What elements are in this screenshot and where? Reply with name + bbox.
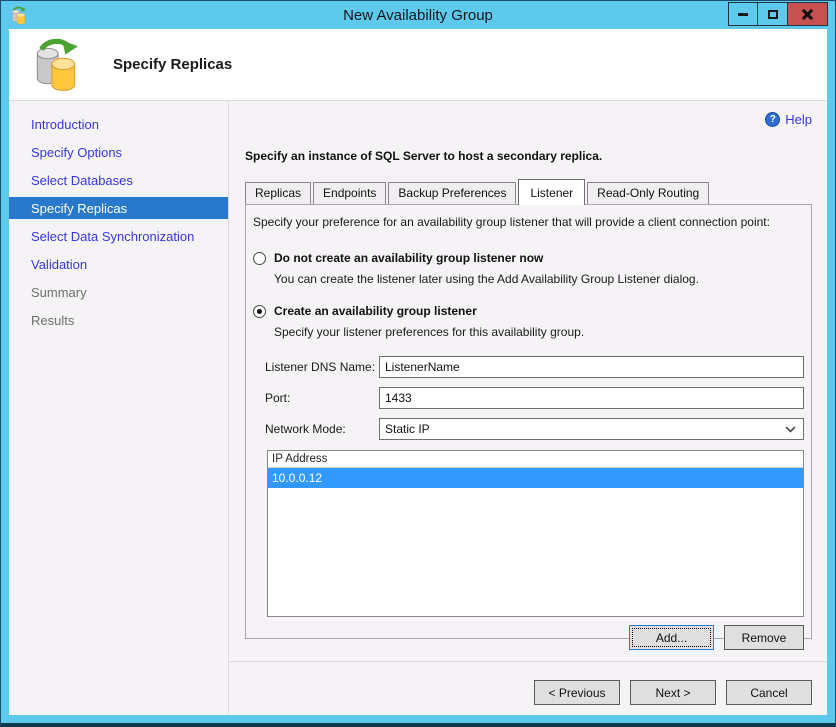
next-button[interactable]: Next > — [630, 680, 716, 705]
radio-label: Do not create an availability group list… — [274, 251, 544, 265]
titlebar[interactable]: New Availability Group — [1, 1, 835, 29]
tab-endpoints[interactable]: Endpoints — [313, 182, 387, 204]
tab-replicas[interactable]: Replicas — [245, 182, 312, 204]
radio-label: Create an availability group listener — [274, 304, 477, 318]
field-row-listener-dns-name: Listener DNS Name: — [265, 356, 804, 378]
dialog-content: Specify Replicas Introduction Specify Op… — [9, 29, 827, 715]
sidebar-item-introduction[interactable]: Introduction — [9, 110, 228, 138]
maximize-icon — [767, 9, 778, 19]
field-row-network-mode: Network Mode: Static IP — [265, 418, 804, 440]
help-icon: ? — [765, 112, 781, 127]
field-row-port: Port: — [265, 387, 804, 409]
ip-address-list[interactable]: IP Address 10.0.0.12 — [267, 450, 804, 617]
minimize-button[interactable] — [728, 2, 758, 26]
sidebar-item-summary: Summary — [9, 278, 228, 306]
sidebar-item-label: Summary — [31, 284, 87, 300]
sidebar-item-label: Introduction — [31, 116, 99, 132]
footer-button-row: < Previous Next > Cancel — [245, 662, 812, 705]
sidebar-item-label: Specify Replicas — [31, 200, 128, 216]
main-panel: ? Help Specify an instance of SQL Server… — [229, 101, 827, 715]
tab-read-only-routing[interactable]: Read-Only Routing — [587, 182, 710, 204]
help-link[interactable]: ? Help — [765, 112, 812, 127]
listener-dns-name-label: Listener DNS Name: — [265, 360, 376, 374]
port-input[interactable] — [379, 387, 804, 409]
tab-listener[interactable]: Listener — [518, 179, 586, 205]
close-button[interactable] — [788, 2, 828, 26]
maximize-button[interactable] — [758, 2, 788, 26]
sidebar-item-select-databases[interactable]: Select Databases — [9, 166, 228, 194]
port-label: Port: — [265, 391, 291, 405]
sidebar-item-results: Results — [9, 306, 228, 334]
tab-backup-preferences[interactable]: Backup Preferences — [388, 182, 517, 204]
network-mode-label: Network Mode: — [265, 422, 346, 436]
cancel-button[interactable]: Cancel — [726, 680, 812, 705]
listener-intro-text: Specify your preference for an availabil… — [253, 215, 770, 229]
dialog-window: New Availability Group Specify Replicas … — [0, 0, 836, 727]
radio-icon[interactable] — [253, 304, 266, 318]
sidebar-item-specify-options[interactable]: Specify Options — [9, 138, 228, 166]
chevron-down-icon — [785, 425, 796, 433]
window-title: New Availability Group — [343, 6, 493, 24]
list-item-ip-address[interactable]: 10.0.0.12 — [268, 468, 803, 488]
radio-option-do-not-create[interactable]: Do not create an availability group list… — [253, 251, 806, 265]
sidebar-item-specify-replicas[interactable]: Specify Replicas — [9, 197, 228, 219]
tab-strip: Replicas Endpoints Backup Preferences Li… — [245, 179, 812, 205]
add-button[interactable]: Add... — [629, 625, 714, 650]
network-mode-value: Static IP — [385, 422, 430, 436]
wizard-header: Specify Replicas — [9, 29, 827, 101]
radio-description: You can create the listener later using … — [274, 272, 699, 286]
sidebar-item-label: Specify Options — [31, 144, 123, 160]
instruction-heading: Specify an instance of SQL Server to hos… — [245, 149, 603, 163]
help-label: Help — [785, 112, 812, 127]
replicas-database-icon — [36, 38, 78, 91]
help-row: ? Help — [245, 101, 812, 127]
close-icon — [801, 8, 814, 21]
previous-button[interactable]: < Previous — [534, 680, 620, 705]
remove-button[interactable]: Remove — [724, 625, 804, 650]
dialog-body: Introduction Specify Options Select Data… — [9, 101, 827, 715]
sidebar-item-label: Validation — [31, 256, 88, 272]
page-title: Specify Replicas — [113, 56, 233, 73]
radio-option-create-listener[interactable]: Create an availability group listener — [253, 304, 806, 318]
sidebar-item-validation[interactable]: Validation — [9, 250, 228, 278]
sidebar-item-label: Results — [31, 312, 75, 328]
sidebar-item-select-data-synchronization[interactable]: Select Data Synchronization — [9, 222, 228, 250]
network-mode-select[interactable]: Static IP — [379, 418, 804, 440]
sidebar-item-label: Select Databases — [31, 172, 133, 188]
wizard-steps-sidebar: Introduction Specify Options Select Data… — [9, 101, 229, 715]
minimize-icon — [738, 12, 748, 16]
list-column-header-ip-address[interactable]: IP Address — [268, 451, 803, 468]
sidebar-item-label: Select Data Synchronization — [31, 228, 195, 244]
window-controls — [728, 2, 835, 26]
radio-icon[interactable] — [253, 251, 266, 265]
listener-tab-panel: Specify your preference for an availabil… — [245, 204, 812, 650]
radio-description: Specify your listener preferences for th… — [274, 325, 585, 339]
list-button-row: Add... Remove — [251, 625, 804, 650]
listener-dns-name-input[interactable] — [379, 356, 804, 378]
